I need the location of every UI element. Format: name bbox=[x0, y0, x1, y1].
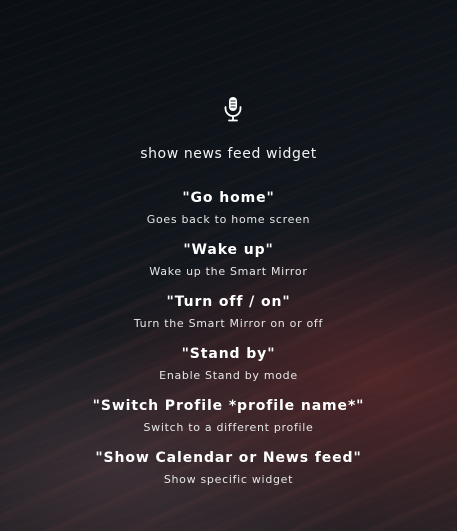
command-item-wake-up: "Wake up" Wake up the Smart Mirror bbox=[0, 241, 457, 293]
command-title: "Wake up" bbox=[183, 242, 274, 258]
command-item-go-home: "Go home" Goes back to home screen bbox=[0, 189, 457, 241]
command-title: "Show Calendar or News feed" bbox=[95, 450, 362, 466]
recognized-speech-text: show news feed widget bbox=[140, 146, 317, 162]
command-description: Turn the Smart Mirror on or off bbox=[133, 317, 324, 330]
command-title: "Stand by" bbox=[181, 346, 276, 362]
command-description: Switch to a different profile bbox=[143, 421, 314, 434]
voice-command-list: "Go home" Goes back to home screen "Wake… bbox=[0, 189, 457, 501]
command-item-show-widget: "Show Calendar or News feed" Show specif… bbox=[0, 449, 457, 501]
command-item-switch-profile: "Switch Profile *profile name*" Switch t… bbox=[0, 397, 457, 449]
command-title: "Switch Profile *profile name*" bbox=[92, 398, 365, 414]
command-title: "Turn off / on" bbox=[166, 294, 291, 310]
command-description: Wake up the Smart Mirror bbox=[149, 265, 308, 278]
command-item-stand-by: "Stand by" Enable Stand by mode bbox=[0, 345, 457, 397]
command-item-turn-off-on: "Turn off / on" Turn the Smart Mirror on… bbox=[0, 293, 457, 345]
command-description: Goes back to home screen bbox=[146, 213, 311, 226]
command-description: Show specific widget bbox=[163, 473, 294, 486]
command-description: Enable Stand by mode bbox=[159, 369, 298, 382]
microphone-icon[interactable] bbox=[222, 96, 244, 122]
command-title: "Go home" bbox=[182, 190, 275, 206]
